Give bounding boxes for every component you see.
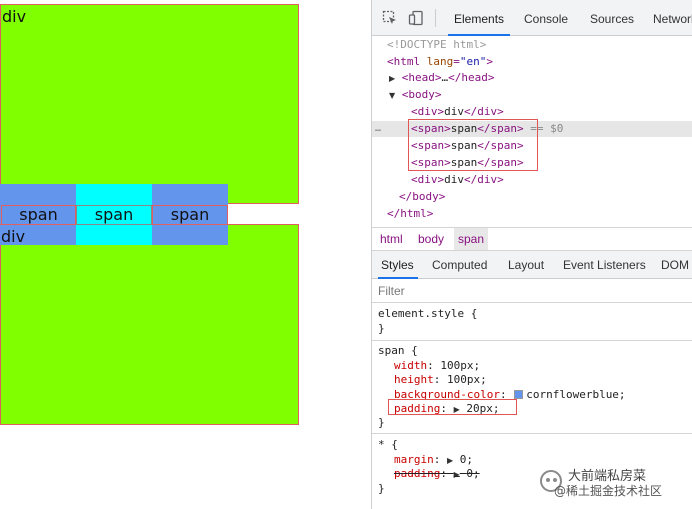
universal-prop-padding-overridden[interactable]: padding: ▶ 0;: [394, 466, 480, 481]
span-bg-2-overlay: [76, 225, 152, 245]
prop-value[interactable]: 100px;: [440, 359, 480, 372]
subtab-layout[interactable]: Layout: [508, 251, 544, 279]
head-tag-close: head: [461, 71, 488, 84]
body-tag-close: body: [412, 190, 439, 203]
inspect-cursor-icon[interactable]: [382, 10, 398, 26]
watermark-line1: 大前端私房菜: [568, 469, 647, 484]
dom-div-1[interactable]: <div>div</div>: [411, 104, 504, 120]
element-style-close: }: [378, 322, 385, 335]
lang-attr: lang: [426, 55, 454, 68]
dom-html-open[interactable]: <html lang="en">: [387, 54, 493, 70]
color-swatch[interactable]: [514, 390, 524, 399]
prop-value[interactable]: 0;: [466, 467, 479, 480]
prop-name: padding: [394, 467, 441, 480]
span-rule-selector[interactable]: span {: [378, 343, 418, 358]
lang-value: "en": [459, 55, 487, 68]
div-tag-open: div: [417, 105, 438, 118]
body-tag-open: body: [408, 88, 435, 101]
dom-body-open[interactable]: ▼ <body>: [389, 87, 442, 103]
html-tag-name: html: [393, 55, 421, 68]
styles-subtabs: Styles Computed Layout Event Listeners D…: [372, 251, 692, 279]
subtab-event-listeners[interactable]: Event Listeners: [563, 251, 646, 279]
page-viewport: div div span span span: [0, 0, 371, 509]
watermark: 大前端私房菜 @稀土掘金技术社区: [540, 468, 692, 500]
span-element-1[interactable]: span: [1, 205, 76, 225]
div-box-bottom-label: div: [1, 227, 26, 246]
span-nodes-highlight: [408, 119, 538, 171]
div-tag-close: div: [477, 105, 498, 118]
tab-sources[interactable]: Sources: [590, 0, 634, 36]
tab-elements[interactable]: Elements: [448, 0, 511, 36]
rule-divider: [372, 340, 692, 341]
doctype-text: <!DOCTYPE html>: [387, 38, 487, 51]
span-element-2[interactable]: span: [76, 205, 152, 225]
span-prop-height[interactable]: height: 100px;: [394, 372, 487, 387]
devtools-panel: Elements Console Sources Network <!DOCTY…: [371, 0, 692, 509]
breadcrumb-span[interactable]: span: [454, 228, 489, 250]
div-tag-close: div: [477, 173, 498, 186]
prop-name: margin: [394, 453, 434, 466]
device-toggle-icon[interactable]: [408, 10, 424, 26]
dom-doctype[interactable]: <!DOCTYPE html>: [387, 37, 486, 53]
prop-value[interactable]: 0;: [460, 453, 473, 466]
watermark-line2: @稀土掘金技术社区: [554, 484, 663, 498]
breadcrumb: html body span: [372, 227, 692, 251]
div-text: div: [444, 173, 464, 186]
head-tag-open: head: [408, 71, 435, 84]
div-box-top-label: div: [2, 7, 27, 26]
breadcrumb-body[interactable]: body: [418, 228, 444, 250]
tab-network[interactable]: Network: [653, 0, 692, 36]
breadcrumb-html[interactable]: html: [380, 228, 403, 250]
span-prop-width[interactable]: width: 100px;: [394, 358, 480, 373]
devtools-tabbar: Elements Console Sources Network: [372, 0, 692, 36]
universal-rule-close: }: [378, 482, 385, 495]
expand-triangle-icon[interactable]: ▶: [447, 456, 453, 465]
subtab-styles[interactable]: Styles: [378, 251, 418, 279]
div-text: div: [444, 105, 464, 118]
universal-rule-selector[interactable]: * {: [378, 437, 398, 452]
div-box-top[interactable]: div: [0, 4, 299, 204]
dom-head[interactable]: ▶ <head>…</head>: [389, 70, 495, 86]
div-box-bottom[interactable]: [0, 224, 299, 425]
filter-row: [372, 279, 692, 303]
subtab-dom[interactable]: DOM: [661, 251, 689, 279]
expand-triangle-icon[interactable]: ▶: [454, 470, 460, 479]
expand-triangle-icon[interactable]: ▶: [389, 74, 395, 83]
more-options-icon[interactable]: …: [375, 121, 381, 137]
dom-body-close[interactable]: </body>: [399, 189, 445, 205]
prop-name: width: [394, 359, 428, 372]
collapse-triangle-icon[interactable]: ▼: [389, 91, 395, 100]
styles-filter-input[interactable]: [378, 283, 678, 299]
prop-value[interactable]: cornflowerblue;: [526, 388, 625, 401]
dom-html-close[interactable]: </html>: [387, 206, 433, 222]
tab-console[interactable]: Console: [524, 0, 568, 36]
toolbar-divider: [435, 9, 436, 27]
span-rule-close: }: [378, 416, 385, 429]
prop-name: height: [394, 373, 434, 386]
dom-div-2[interactable]: <div>div</div>: [411, 172, 504, 188]
universal-prop-margin[interactable]: margin: ▶ 0;: [394, 452, 473, 467]
div-tag-open: div: [417, 173, 438, 186]
span-element-3[interactable]: span: [152, 205, 228, 225]
padding-highlight: [388, 399, 517, 415]
element-style-selector[interactable]: element.style {: [378, 306, 477, 321]
span-bg-3-overlay: [152, 225, 228, 245]
dom-tree: <!DOCTYPE html> <html lang="en"> ▶ <head…: [372, 36, 692, 226]
subtab-computed[interactable]: Computed: [432, 251, 487, 279]
rule-divider: [372, 433, 692, 434]
prop-value[interactable]: 100px;: [447, 373, 487, 386]
html-tag-close: html: [400, 207, 427, 220]
